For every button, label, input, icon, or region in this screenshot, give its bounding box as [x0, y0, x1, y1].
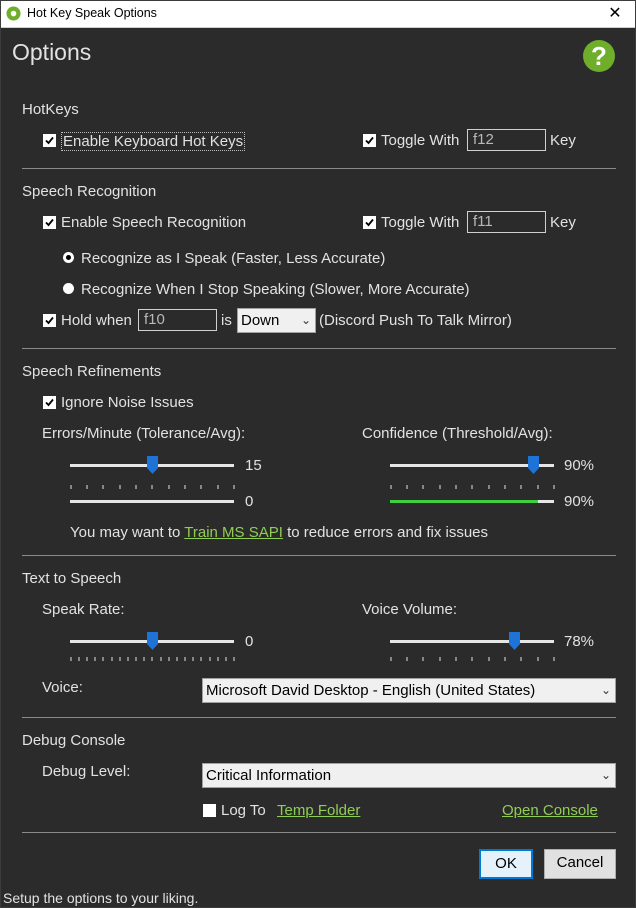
ignore-noise-checkbox[interactable] [43, 396, 56, 409]
confidence-slider-thumb[interactable] [528, 456, 539, 474]
speech-key-label: Key [550, 214, 576, 231]
ignore-noise-label[interactable]: Ignore Noise Issues [61, 394, 194, 411]
check-icon [365, 136, 374, 145]
chevron-down-icon: ⌄ [600, 683, 611, 697]
is-label: is [221, 312, 232, 329]
chevron-down-icon: ⌄ [600, 768, 611, 782]
status-text: Setup the options to your liking. [3, 890, 199, 906]
errors-slider-thumb[interactable] [147, 456, 158, 474]
section-speech-refinements: Speech Refinements [22, 363, 162, 380]
check-icon [45, 218, 54, 227]
voice-volume-slider-ticks [390, 657, 555, 661]
window-title: Hot Key Speak Options [27, 6, 157, 20]
radio-recognize-fast-label[interactable]: Recognize as I Speak (Faster, Less Accur… [81, 250, 385, 267]
errors-avg-value: 0 [245, 493, 254, 510]
log-to-checkbox[interactable] [203, 804, 216, 817]
enable-speech-checkbox[interactable] [43, 216, 56, 229]
debug-level-value: Critical Information [206, 767, 332, 784]
check-icon [45, 316, 54, 325]
confidence-label: Confidence (Threshold/Avg): [362, 425, 553, 442]
hotkeys-toggle-label: Toggle With [381, 132, 460, 149]
enable-hotkeys-checkbox[interactable] [43, 134, 56, 147]
confidence-avg-value: 90% [564, 493, 595, 510]
hold-when-label: Hold when [61, 312, 132, 329]
confidence-avg-fill [390, 500, 538, 503]
check-icon [45, 136, 54, 145]
voice-select-value: Microsoft David Desktop - English (Unite… [206, 682, 536, 699]
section-hotkeys: HotKeys [22, 101, 79, 118]
divider [22, 555, 616, 556]
errors-slider-ticks [70, 485, 235, 489]
temp-folder-link[interactable]: Temp Folder [277, 802, 360, 819]
speech-toggle-checkbox[interactable] [363, 216, 376, 229]
hold-when-checkbox[interactable] [43, 314, 56, 327]
voice-volume-label: Voice Volume: [362, 601, 458, 618]
hold-state-value: Down [241, 312, 280, 329]
section-debug-console: Debug Console [22, 732, 126, 749]
debug-level-label: Debug Level: [42, 763, 131, 780]
help-icon[interactable]: ? [583, 40, 615, 72]
hotkeys-toggle-checkbox[interactable] [363, 134, 376, 147]
divider [22, 717, 616, 718]
radio-recognize-slow-label[interactable]: Recognize When I Stop Speaking (Slower, … [81, 281, 470, 298]
log-to-label: Log To [221, 802, 266, 819]
divider [22, 168, 616, 169]
speak-rate-slider-thumb[interactable] [147, 632, 158, 650]
radio-recognize-slow[interactable] [63, 283, 74, 294]
section-speech-recognition: Speech Recognition [22, 183, 157, 200]
debug-level-select[interactable]: Critical Information ⌄ [202, 763, 616, 788]
errors-per-minute-label: Errors/Minute (Tolerance/Avg): [42, 425, 246, 442]
enable-hotkeys-label[interactable]: Enable Keyboard Hot Keys [61, 132, 246, 151]
open-console-link[interactable]: Open Console [502, 802, 598, 819]
train-ms-sapi-link[interactable]: Train MS SAPI [184, 524, 283, 541]
close-icon[interactable]: ✕ [595, 1, 635, 27]
voice-select[interactable]: Microsoft David Desktop - English (Unite… [202, 678, 616, 703]
page-title: Options [12, 39, 92, 65]
check-icon [45, 398, 54, 407]
train-hint-prefix: You may want to [70, 524, 181, 541]
title-bar: Hot Key Speak Options ✕ [1, 1, 635, 28]
check-icon [365, 218, 374, 227]
confidence-slider-ticks [390, 485, 555, 489]
divider [22, 348, 616, 349]
chevron-down-icon: ⌄ [300, 313, 311, 327]
voice-label: Voice: [42, 679, 83, 696]
hold-state-select[interactable]: Down ⌄ [237, 308, 316, 333]
speak-rate-slider-ticks [70, 657, 235, 661]
hold-key-input[interactable]: f10 [138, 309, 217, 331]
hotkeys-toggle-key-input[interactable]: f12 [467, 129, 546, 151]
speech-toggle-key-input[interactable]: f11 [467, 211, 546, 233]
radio-recognize-fast[interactable] [63, 252, 74, 263]
discord-mirror-label: (Discord Push To Talk Mirror) [319, 312, 512, 329]
errors-value: 15 [245, 457, 262, 474]
voice-volume-value: 78% [564, 633, 595, 650]
gear-icon [6, 6, 21, 21]
cancel-button[interactable]: Cancel [544, 849, 616, 879]
confidence-value: 90% [564, 457, 595, 474]
speech-toggle-label: Toggle With [381, 214, 460, 231]
train-hint-suffix: to reduce errors and fix issues [287, 524, 489, 541]
speak-rate-label: Speak Rate: [42, 601, 125, 618]
ok-button[interactable]: OK [479, 849, 533, 879]
enable-speech-label[interactable]: Enable Speech Recognition [61, 214, 246, 231]
speak-rate-value: 0 [245, 633, 254, 650]
options-window: Hot Key Speak Options ✕ Options ? HotKey… [0, 0, 636, 908]
hotkeys-key-label: Key [550, 132, 576, 149]
divider [22, 832, 616, 833]
errors-avg-bar [70, 500, 234, 503]
voice-volume-slider-track[interactable] [390, 640, 554, 643]
section-text-to-speech: Text to Speech [22, 570, 122, 587]
voice-volume-slider-thumb[interactable] [509, 632, 520, 650]
train-hint: You may want to Train MS SAPI to reduce … [70, 524, 488, 541]
